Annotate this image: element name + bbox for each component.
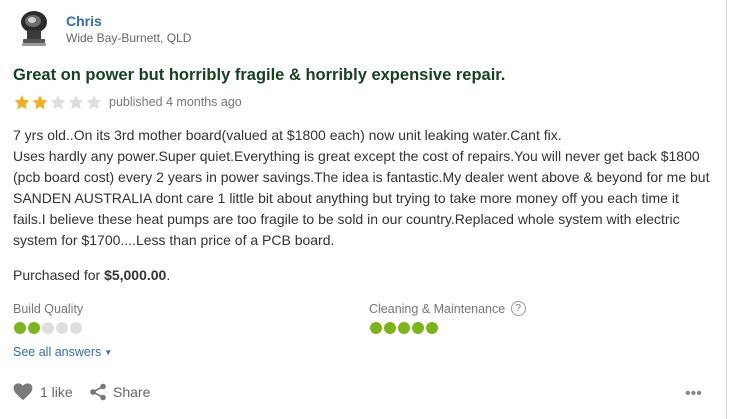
share-icon <box>90 383 106 401</box>
score-dot-filled <box>14 322 26 334</box>
star-rating <box>13 94 103 111</box>
star-filled-icon <box>32 95 48 110</box>
chevron-down-icon: ▼ <box>104 348 113 357</box>
attribute-label-text: Cleaning & Maintenance <box>369 302 506 316</box>
attribute-label-cleaning: Cleaning & Maintenance ? <box>369 301 526 317</box>
score-dot-empty <box>70 322 82 334</box>
star-empty-icon <box>86 95 102 110</box>
purchase-price: $5,000.00 <box>104 267 167 283</box>
see-all-answers-link[interactable]: See all answers ▼ <box>13 345 112 359</box>
review-title: Great on power but horribly fragile & ho… <box>13 66 506 84</box>
purchase-suffix: . <box>166 267 171 283</box>
author-name[interactable]: Chris <box>66 13 102 29</box>
star-empty-icon <box>68 95 84 110</box>
heat-pump-avatar-icon[interactable] <box>14 8 54 48</box>
like-button[interactable]: 1 like <box>13 383 73 401</box>
share-button[interactable]: Share <box>89 383 150 401</box>
purchase-prefix: Purchased for <box>13 267 105 283</box>
attribute-label-build-quality: Build Quality <box>13 302 83 316</box>
more-options-icon[interactable]: ••• <box>685 385 702 403</box>
cleaning-maintenance-score <box>370 322 438 334</box>
score-dot-empty <box>42 322 54 334</box>
score-dot-filled <box>426 322 438 334</box>
score-dot-filled <box>28 322 40 334</box>
score-dot-filled <box>398 322 410 334</box>
score-dot-filled <box>412 322 424 334</box>
like-count: 1 like <box>40 384 73 400</box>
help-icon[interactable]: ? <box>510 301 526 317</box>
see-all-label: See all answers <box>13 345 102 359</box>
review-card: Chris Wide Bay-Burnett, QLD Great on pow… <box>0 0 727 419</box>
star-filled-icon <box>14 95 30 110</box>
purchase-info: Purchased for $5,000.00. <box>13 267 170 283</box>
review-body: 7 yrs old..On its 3rd mother board(value… <box>13 127 710 248</box>
score-dot-empty <box>56 322 68 334</box>
score-dot-filled <box>370 322 382 334</box>
star-empty-icon <box>50 95 66 110</box>
attribute-label-text: Build Quality <box>13 302 84 316</box>
author-location: Wide Bay-Burnett, QLD <box>66 31 192 45</box>
build-quality-score <box>14 322 82 334</box>
heart-icon <box>13 383 33 401</box>
share-label: Share <box>113 384 151 400</box>
score-dot-filled <box>384 322 396 334</box>
published-date: published 4 months ago <box>109 95 242 109</box>
